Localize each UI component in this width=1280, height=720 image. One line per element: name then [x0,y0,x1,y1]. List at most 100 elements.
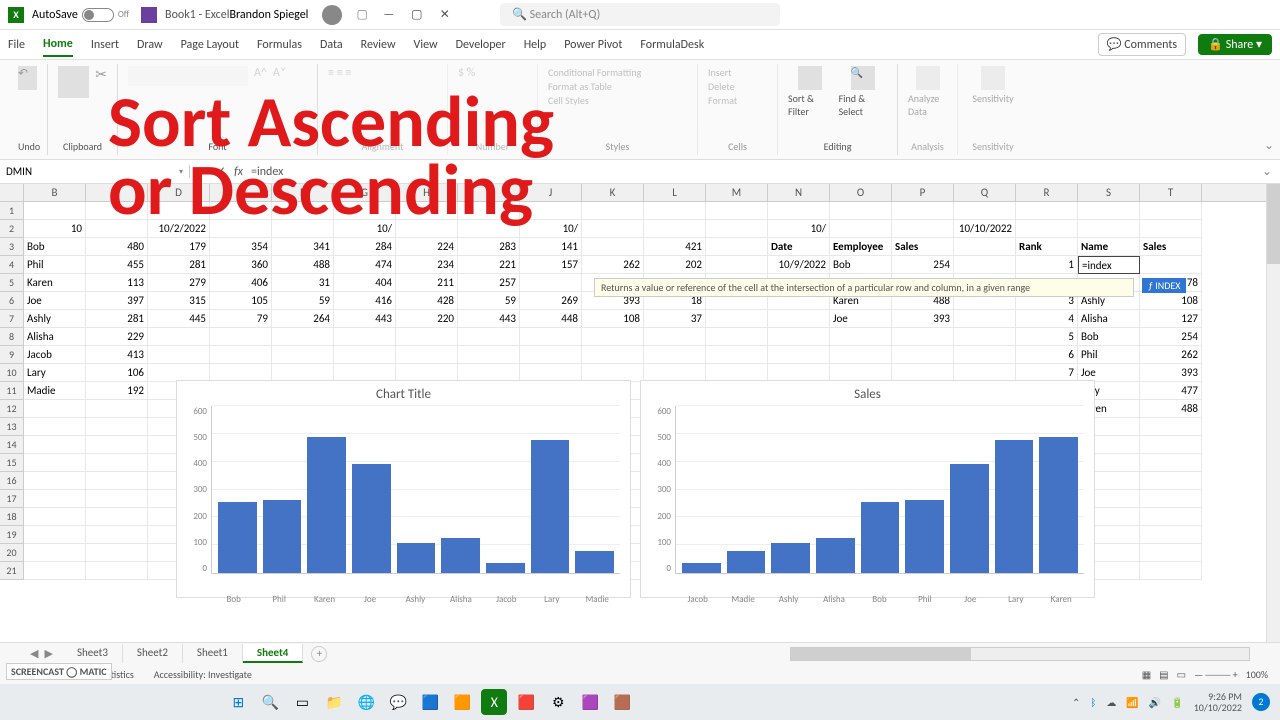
ribbon-mode-icon[interactable]: ▢ [356,7,367,22]
cell[interactable] [520,328,582,346]
cell[interactable]: 106 [86,364,148,382]
sheet-tab[interactable]: Sheet3 [63,644,123,663]
cell[interactable]: 179 [148,238,210,256]
cell[interactable]: 360 [210,256,272,274]
cell[interactable] [644,220,706,238]
row-header[interactable]: 7 [0,310,24,328]
cell[interactable]: 283 [458,238,520,256]
find-select-button[interactable]: 🔍Find & Select [839,66,887,118]
cell[interactable] [1078,202,1140,220]
save-icon[interactable] [141,7,157,23]
cell[interactable]: 59 [458,292,520,310]
cell[interactable] [86,490,148,508]
chart-bar[interactable] [905,500,944,573]
cell[interactable] [644,346,706,364]
cell[interactable]: 6 [1016,346,1078,364]
chart-bar[interactable] [531,440,570,573]
col-header[interactable]: P [892,184,954,201]
cell[interactable]: 113 [86,274,148,292]
cell[interactable] [892,202,954,220]
cell[interactable]: 59 [272,292,334,310]
cell[interactable]: 262 [1140,346,1202,364]
row-header[interactable]: 12 [0,400,24,418]
col-header[interactable]: Q [954,184,1016,201]
cell[interactable]: 108 [1140,292,1202,310]
cell[interactable] [24,418,86,436]
cell[interactable]: Rank [1016,238,1078,256]
cell[interactable] [954,328,1016,346]
cell[interactable]: Sales [1140,238,1202,256]
chart-bar[interactable] [861,502,900,573]
cell[interactable] [1140,472,1202,490]
cell[interactable]: 254 [1140,328,1202,346]
cell[interactable] [86,454,148,472]
cell[interactable]: 393 [892,310,954,328]
cell[interactable]: 192 [86,382,148,400]
row-header[interactable]: 21 [0,562,24,580]
chart-bar[interactable] [771,543,810,573]
cell[interactable]: =index [1078,256,1140,274]
cell[interactable] [86,400,148,418]
cell[interactable] [768,346,830,364]
cell[interactable] [706,328,768,346]
cell[interactable]: 141 [520,238,582,256]
cell[interactable] [24,400,86,418]
collapse-ribbon-icon[interactable]: ⌄ [1264,138,1274,153]
col-header[interactable]: R [1016,184,1078,201]
cell[interactable]: 341 [272,238,334,256]
cell[interactable]: 354 [210,238,272,256]
cell[interactable]: 488 [1140,400,1202,418]
tab-developer[interactable]: Developer [456,34,506,56]
cell[interactable] [1140,454,1202,472]
cell[interactable] [396,346,458,364]
cell[interactable] [706,238,768,256]
cell[interactable]: Lary [24,364,86,382]
cell[interactable]: Date [768,238,830,256]
cell[interactable]: 31 [272,274,334,292]
cell[interactable] [1140,256,1202,274]
row-header[interactable]: 9 [0,346,24,364]
cell[interactable]: 1 [1016,256,1078,274]
cell[interactable]: 79 [210,310,272,328]
tab-powerpivot[interactable]: Power Pivot [564,34,622,56]
cell[interactable] [1140,562,1202,580]
cell[interactable]: 10 [24,220,86,238]
cell[interactable] [24,454,86,472]
cell[interactable] [582,220,644,238]
row-header[interactable]: 14 [0,436,24,454]
cell[interactable]: 474 [334,256,396,274]
app-icon[interactable]: 🟥 [513,689,539,715]
tab-view[interactable]: View [414,34,438,56]
tab-formuladesk[interactable]: FormulaDesk [640,34,704,56]
cell[interactable]: 10/9/2022 [768,256,830,274]
cell[interactable] [210,328,272,346]
cell[interactable]: 108 [582,310,644,328]
cell[interactable]: 257 [458,274,520,292]
cell[interactable]: 315 [148,292,210,310]
autosave-toggle[interactable]: AutoSave Off [32,8,129,22]
cell[interactable] [86,526,148,544]
cell[interactable] [954,256,1016,274]
col-header[interactable]: O [830,184,892,201]
cell[interactable] [210,346,272,364]
cell[interactable]: 37 [644,310,706,328]
cell[interactable]: 281 [148,256,210,274]
cell[interactable]: 254 [892,256,954,274]
cell[interactable]: 262 [582,256,644,274]
tray-icon[interactable]: ⌃ [1072,696,1080,709]
row-header[interactable]: 16 [0,472,24,490]
cell[interactable] [458,346,520,364]
cell[interactable] [1140,418,1202,436]
cell[interactable]: Bob [1078,328,1140,346]
cell[interactable] [1078,220,1140,238]
cell[interactable]: Joe [830,310,892,328]
cell[interactable] [148,346,210,364]
cell[interactable]: 443 [334,310,396,328]
volume-icon[interactable]: 🔊 [1149,696,1161,709]
cell[interactable]: 211 [396,274,458,292]
row-header[interactable]: 2 [0,220,24,238]
row-header[interactable]: 8 [0,328,24,346]
cell[interactable] [706,346,768,364]
excel-taskbar-icon[interactable]: X [481,689,507,715]
cell[interactable]: 397 [86,292,148,310]
